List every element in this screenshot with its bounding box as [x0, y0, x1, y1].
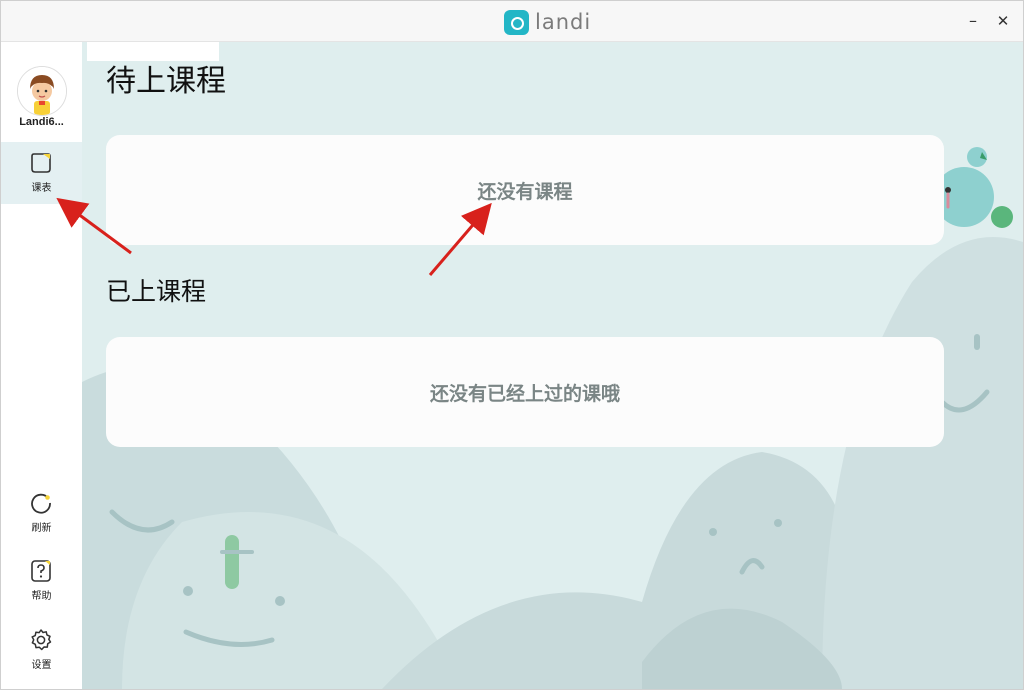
- app-window: landi – ✕ Landi6... 课表 刷新 帮助 设置 待上课程 还没有…: [0, 0, 1024, 690]
- schedule-icon: [31, 153, 51, 173]
- sidebar-item-help[interactable]: 帮助: [1, 550, 82, 612]
- app-brand: landi: [535, 10, 592, 34]
- username: Landi6...: [19, 116, 64, 128]
- app-logo: landi: [504, 9, 591, 35]
- settings-icon: [31, 629, 52, 651]
- completed-empty-message: 还没有已经上过的课哦: [429, 382, 620, 405]
- sidebar: Landi6... 课表 刷新 帮助 设置: [1, 42, 82, 689]
- sidebar-item-label: 课表: [31, 183, 52, 194]
- landi-logo-icon: [504, 9, 529, 35]
- help-icon: [31, 560, 51, 582]
- upcoming-courses-card: 还没有课程: [106, 135, 944, 245]
- avatar[interactable]: [17, 66, 67, 116]
- upcoming-courses-title: 待上课程: [106, 64, 226, 99]
- sidebar-item-schedule[interactable]: 课表: [1, 142, 82, 204]
- completed-courses-card: 还没有已经上过的课哦: [106, 337, 944, 447]
- sidebar-item-label: 设置: [31, 660, 52, 671]
- minimize-button[interactable]: –: [963, 11, 983, 31]
- upcoming-empty-message: 还没有课程: [477, 180, 573, 203]
- close-button[interactable]: ✕: [993, 11, 1013, 31]
- completed-courses-title: 已上课程: [106, 277, 207, 306]
- sidebar-item-refresh[interactable]: 刷新: [1, 482, 82, 544]
- title-bar: landi – ✕: [1, 1, 1023, 42]
- avatar-boy-icon: [18, 67, 66, 115]
- sidebar-item-label: 帮助: [31, 591, 52, 602]
- sidebar-item-label: 刷新: [31, 523, 52, 534]
- refresh-icon: [31, 493, 51, 514]
- main-content: 待上课程 还没有课程 已上课程 还没有已经上过的课哦: [82, 42, 1023, 689]
- sidebar-item-settings[interactable]: 设置: [1, 619, 82, 681]
